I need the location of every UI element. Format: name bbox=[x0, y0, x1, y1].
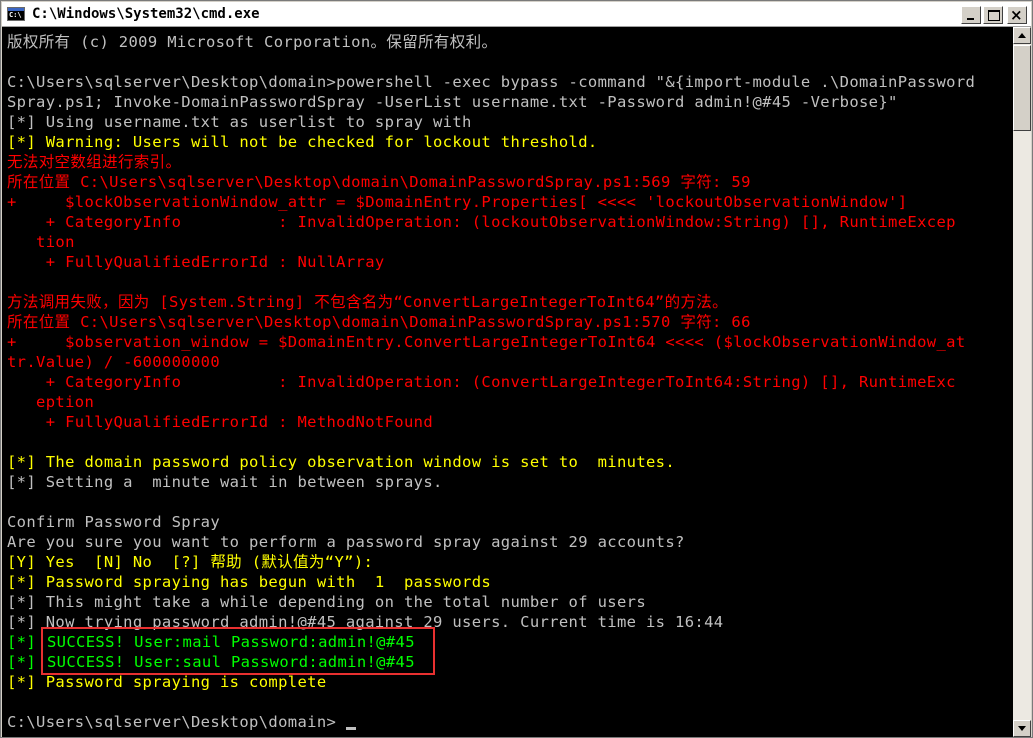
cmd-app-icon[interactable]: C:\ bbox=[7, 7, 25, 21]
console-line: 方法调用失败，因为 [System.String] 不包含名为“ConvertL… bbox=[7, 293, 728, 311]
console-line: [*] The domain password policy observati… bbox=[7, 453, 676, 471]
console-line: [*] Warning: Users will not be checked f… bbox=[7, 133, 598, 151]
console-line: + FullyQualifiedErrorId : NullArray bbox=[7, 253, 385, 271]
console-line: tr.Value) / -600000000 bbox=[7, 353, 220, 371]
console-line: Spray.ps1; Invoke-DomainPasswordSpray -U… bbox=[7, 93, 898, 111]
scroll-up-button[interactable] bbox=[1013, 27, 1031, 44]
console-line: C:\Users\sqlserver\Desktop\domain>powers… bbox=[7, 73, 976, 91]
console-line: + CategoryInfo : InvalidOperation: (lock… bbox=[7, 213, 956, 231]
console-line: [*] Using username.txt as userlist to sp… bbox=[7, 113, 472, 131]
console-line: [*] bbox=[7, 633, 46, 651]
console-line: 所在位置 C:\Users\sqlserver\Desktop\domain\D… bbox=[7, 173, 751, 191]
console-line: 版权所有 (c) 2009 Microsoft Corporation。保留所有… bbox=[7, 33, 498, 51]
console-line: [*] bbox=[7, 653, 46, 671]
prompt-line: C:\Users\sqlserver\Desktop\domain> bbox=[7, 713, 337, 731]
vertical-scrollbar[interactable] bbox=[1013, 27, 1031, 737]
title-bar[interactable]: C:\ C:\Windows\System32\cmd.exe × bbox=[2, 2, 1031, 27]
console-line: + $observation_window = $DomainEntry.Con… bbox=[7, 333, 966, 351]
console-line: + FullyQualifiedErrorId : MethodNotFound bbox=[7, 413, 433, 431]
console-line: Confirm Password Spray bbox=[7, 513, 220, 531]
console-line: tion bbox=[7, 233, 75, 251]
minimize-button[interactable] bbox=[961, 6, 981, 24]
scroll-thumb[interactable] bbox=[1013, 45, 1031, 131]
text-cursor bbox=[346, 727, 356, 730]
scroll-down-button[interactable] bbox=[1013, 720, 1031, 737]
icon-text: C:\ bbox=[9, 11, 22, 19]
console-line: [Y] Yes [N] No [?] 帮助 (默认值为“Y”): bbox=[7, 553, 374, 571]
console-line: 所在位置 C:\Users\sqlserver\Desktop\domain\D… bbox=[7, 313, 751, 331]
console-line: Are you sure you want to perform a passw… bbox=[7, 533, 685, 551]
console-line: + CategoryInfo : InvalidOperation: (Conv… bbox=[7, 373, 956, 391]
maximize-icon bbox=[988, 10, 1000, 21]
console-line: [*] Setting a minute wait in between spr… bbox=[7, 473, 443, 491]
minimize-icon bbox=[967, 18, 974, 20]
console-line: [*] Password spraying is complete bbox=[7, 673, 327, 691]
success-highlight-box bbox=[41, 627, 435, 675]
close-button[interactable]: × bbox=[1007, 6, 1027, 24]
console-line: [*] Password spraying has begun with 1 p… bbox=[7, 573, 492, 591]
close-icon: × bbox=[1010, 6, 1023, 24]
cmd-window: C:\ C:\Windows\System32\cmd.exe × 版权所有 (… bbox=[0, 0, 1033, 738]
arrow-down-icon bbox=[1018, 726, 1026, 731]
console-line: [*] This might take a while depending on… bbox=[7, 593, 646, 611]
console-output[interactable]: 版权所有 (c) 2009 Microsoft Corporation。保留所有… bbox=[2, 27, 1013, 737]
console-line: + $lockObservationWindow_attr = $DomainE… bbox=[7, 193, 908, 211]
arrow-up-icon bbox=[1018, 33, 1026, 38]
window-title: C:\Windows\System32\cmd.exe bbox=[32, 6, 260, 22]
console-line: eption bbox=[7, 393, 95, 411]
maximize-button[interactable] bbox=[983, 6, 1003, 24]
console-line: 无法对空数组进行索引。 bbox=[7, 153, 182, 171]
